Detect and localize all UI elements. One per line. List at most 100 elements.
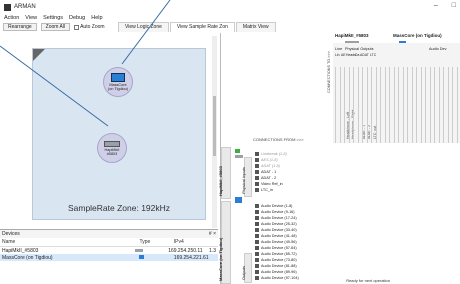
grid-divider bbox=[344, 67, 345, 143]
expand-icon[interactable] bbox=[255, 234, 259, 238]
app-window: ARMAN – □ Action View Settings Debug Hel… bbox=[0, 0, 460, 284]
device-type-icon bbox=[139, 254, 173, 261]
connections-to-label: CONNECTIONS TO >>> bbox=[327, 51, 331, 93]
expand-icon[interactable] bbox=[255, 258, 259, 262]
device-ip: 169.254.250.11 bbox=[168, 247, 203, 254]
canvas-scrollbar[interactable] bbox=[212, 36, 217, 228]
expand-icon[interactable] bbox=[255, 222, 259, 226]
zone-corner-handle[interactable] bbox=[33, 49, 45, 61]
checkbox-icon bbox=[74, 24, 80, 30]
src-subgroup-physical-inputs: Physical Inputs bbox=[241, 157, 252, 197]
dest-header-masscore: MassCore (on Tigdiou) bbox=[393, 33, 442, 38]
grid-divider bbox=[362, 67, 363, 143]
grid-divider bbox=[357, 67, 359, 143]
title-bar: ARMAN – □ bbox=[0, 0, 460, 14]
src-rows-masscore: Audio Device (1-8) Audio Device (9-16) Aud… bbox=[255, 203, 299, 281]
scrollbar-thumb[interactable] bbox=[213, 96, 216, 156]
node-hapi[interactable]: HapiMkII #5803 bbox=[97, 133, 127, 163]
grid-divider bbox=[375, 67, 377, 143]
expand-icon[interactable] bbox=[255, 204, 259, 208]
grid-divider bbox=[389, 67, 390, 143]
hapi-status-icon bbox=[235, 149, 240, 153]
matrix-src-row[interactable]: LTC_in bbox=[255, 187, 287, 193]
src-subgroup-outputs: Outputs bbox=[241, 253, 252, 283]
sub-physical-outputs: Physical Outputs bbox=[345, 47, 374, 51]
menu-help[interactable]: Help bbox=[91, 15, 102, 21]
dest-header-hapi: HapiMkII_#5803 bbox=[335, 33, 369, 38]
expand-icon[interactable] bbox=[255, 182, 259, 186]
grid-divider bbox=[402, 67, 404, 143]
grid-divider bbox=[339, 67, 341, 143]
expand-icon[interactable] bbox=[255, 176, 259, 180]
grid-divider bbox=[452, 67, 453, 143]
tab-sample-rate-zone[interactable]: View Sample Rate Zon bbox=[169, 22, 235, 32]
masscore-src-icon bbox=[235, 197, 242, 203]
node-masscore[interactable]: MassCore (on Tigdiou) bbox=[103, 67, 133, 97]
expand-icon[interactable] bbox=[255, 228, 259, 232]
matrix-src-label: LTC_in bbox=[261, 188, 273, 192]
table-row[interactable]: MassCore (on Tigdiou) 169.254.221.61 bbox=[0, 254, 218, 261]
src-rows-hapi: Linebreak (1-8) AES (1-8) ADAT (1-8) ADAT -… bbox=[255, 151, 287, 193]
menu-action[interactable]: Action bbox=[4, 15, 19, 21]
node-sublabel: (on Tigdiou) bbox=[107, 87, 129, 91]
sub-adat: ADAT bbox=[360, 53, 369, 57]
grid-divider bbox=[456, 67, 458, 143]
expand-icon[interactable] bbox=[255, 158, 259, 162]
grid-divider bbox=[434, 67, 435, 143]
zoom-all-button[interactable]: Zoom All bbox=[40, 23, 71, 31]
matrix-column-header: Line Physical Outputs Audio Dev Lin AE H… bbox=[333, 43, 460, 143]
expand-icon[interactable] bbox=[255, 216, 259, 220]
auto-zoom-label: Auto Zoom bbox=[80, 24, 105, 30]
maximize-button[interactable]: □ bbox=[452, 2, 456, 9]
expand-icon[interactable] bbox=[255, 170, 259, 174]
expand-icon[interactable] bbox=[255, 264, 259, 268]
col-type[interactable]: Type bbox=[139, 239, 173, 245]
expand-icon[interactable] bbox=[255, 188, 259, 192]
grid-divider bbox=[393, 67, 395, 143]
menu-view[interactable]: View bbox=[25, 15, 37, 21]
hapi-device-icon bbox=[104, 140, 120, 147]
expand-icon[interactable] bbox=[255, 276, 259, 280]
device-type-icon bbox=[134, 248, 168, 254]
grid-divider bbox=[384, 67, 386, 143]
menu-settings[interactable]: Settings bbox=[43, 15, 63, 21]
tab-matrix-view[interactable]: Matrix View bbox=[235, 22, 276, 32]
hapi-src-icon bbox=[235, 155, 243, 158]
col-ipv4[interactable]: IPv4 bbox=[174, 239, 216, 245]
expand-icon[interactable] bbox=[255, 246, 259, 250]
sub-audio-dev: Audio Dev bbox=[429, 47, 447, 51]
device-name: MassCore (on Tigdiou) bbox=[2, 254, 53, 261]
expand-icon[interactable] bbox=[255, 210, 259, 214]
src-group-hapi[interactable]: HapiMkII_#5803 bbox=[218, 147, 231, 199]
col-name[interactable]: Name bbox=[2, 239, 139, 245]
expand-icon[interactable] bbox=[255, 240, 259, 244]
expand-icon[interactable] bbox=[255, 152, 259, 156]
sample-rate-zone-canvas[interactable]: MassCore (on Tigdiou) HapiMkII #5803 Sam… bbox=[32, 48, 206, 220]
expand-icon[interactable] bbox=[255, 252, 259, 256]
sub-lin: Lin bbox=[335, 53, 340, 57]
expand-icon[interactable] bbox=[255, 164, 259, 168]
grid-divider bbox=[366, 67, 368, 143]
grid-divider bbox=[420, 67, 422, 143]
src-subgroup-label: Outputs bbox=[241, 265, 246, 280]
grid-divider bbox=[398, 67, 399, 143]
src-group-hapi-label: HapiMkII_#5803 bbox=[218, 166, 223, 196]
minimize-button[interactable]: – bbox=[434, 2, 438, 9]
rearrange-button[interactable]: Rearrange bbox=[3, 23, 37, 31]
sub-ae: AE bbox=[341, 53, 346, 57]
panel-pin-close-icon[interactable]: # × bbox=[209, 231, 216, 237]
grid-divider bbox=[353, 67, 354, 143]
table-row[interactable]: HapiMkII_#5803 169.254.250.11 1.3 bbox=[0, 247, 218, 254]
status-bar: Ready for next operation bbox=[346, 278, 390, 283]
auto-zoom-checkbox[interactable]: Auto Zoom bbox=[74, 24, 105, 30]
app-logo-icon bbox=[4, 3, 11, 11]
zone-label: SampleRate Zone: 192kHz bbox=[67, 203, 171, 213]
src-group-masscore[interactable]: MassCore (on Tigdiou) bbox=[218, 201, 231, 284]
expand-icon[interactable] bbox=[255, 270, 259, 274]
window-title: ARMAN bbox=[14, 4, 36, 10]
view-tabs: View Logic Zone View Sample Rate Zon Mat… bbox=[118, 22, 277, 32]
tab-view-logic-zone[interactable]: View Logic Zone bbox=[118, 22, 169, 32]
sub-line: Line bbox=[335, 47, 343, 51]
menu-debug[interactable]: Debug bbox=[69, 15, 85, 21]
devices-header: Devices # × bbox=[0, 230, 218, 238]
